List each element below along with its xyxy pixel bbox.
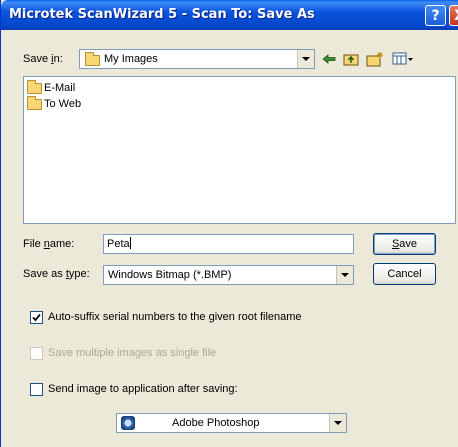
application-dropdown-button[interactable] bbox=[329, 414, 346, 432]
cancel-button-label: Cancel bbox=[387, 268, 422, 280]
help-button[interactable]: ? bbox=[425, 5, 446, 26]
close-icon: X bbox=[454, 8, 458, 24]
new-folder-icon[interactable] bbox=[365, 50, 385, 68]
folder-icon bbox=[27, 95, 42, 110]
save-in-combo[interactable]: My Images bbox=[79, 49, 315, 69]
title-bar[interactable]: Microtek ScanWizard 5 - Scan To: Save As… bbox=[1, 0, 458, 30]
window-title: Microtek ScanWizard 5 - Scan To: Save As bbox=[9, 7, 315, 22]
chevron-down-icon bbox=[341, 273, 349, 277]
save-as-dialog: Microtek ScanWizard 5 - Scan To: Save As… bbox=[0, 0, 458, 447]
list-item[interactable]: E-Mail bbox=[27, 79, 76, 95]
save-in-dropdown-button[interactable] bbox=[297, 50, 314, 68]
list-item-label: To Web bbox=[44, 98, 82, 110]
file-name-input[interactable]: Peta bbox=[103, 234, 354, 254]
save-as-type-value: Windows Bitmap (*.BMP) bbox=[108, 269, 232, 281]
photoshop-icon bbox=[121, 416, 135, 430]
send-to-app-checkbox[interactable] bbox=[30, 383, 43, 396]
save-in-value: My Images bbox=[104, 53, 158, 65]
application-combo[interactable]: Adobe Photoshop bbox=[116, 413, 347, 433]
chevron-down-icon bbox=[302, 57, 310, 61]
help-icon: ? bbox=[431, 7, 440, 24]
close-button[interactable]: X bbox=[449, 5, 458, 26]
multiple-single-label: Save multiple images as single file bbox=[48, 347, 217, 359]
chevron-down-icon bbox=[334, 421, 342, 425]
multiple-single-checkbox bbox=[30, 347, 43, 360]
save-button[interactable]: Save bbox=[373, 233, 436, 255]
save-as-type-dropdown-button[interactable] bbox=[336, 266, 353, 284]
save-as-type-label: Save as type: bbox=[23, 268, 90, 280]
send-to-app-label[interactable]: Send image to application after saving: bbox=[48, 383, 238, 395]
folder-icon bbox=[27, 79, 42, 94]
list-item[interactable]: To Web bbox=[27, 95, 82, 111]
file-name-value: Peta bbox=[107, 238, 130, 250]
folder-icon bbox=[85, 52, 100, 66]
save-as-type-combo[interactable]: Windows Bitmap (*.BMP) bbox=[103, 265, 354, 285]
back-icon[interactable] bbox=[319, 50, 339, 68]
save-button-accel: S bbox=[391, 238, 400, 250]
save-button-label: ave bbox=[399, 238, 418, 250]
application-value: Adobe Photoshop bbox=[172, 417, 260, 429]
list-item-label: E-Mail bbox=[44, 82, 76, 94]
view-menu-icon[interactable] bbox=[391, 50, 415, 68]
auto-suffix-checkbox[interactable] bbox=[30, 311, 43, 324]
checkmark-icon bbox=[32, 313, 41, 322]
auto-suffix-label[interactable]: Auto-suffix serial numbers to the given … bbox=[48, 311, 302, 323]
save-in-label: Save in: bbox=[23, 53, 63, 65]
file-list[interactable]: E-Mail To Web bbox=[23, 76, 456, 224]
file-name-label: File name: bbox=[23, 238, 75, 250]
cancel-button[interactable]: Cancel bbox=[373, 263, 436, 285]
text-caret bbox=[129, 237, 131, 249]
up-folder-icon[interactable] bbox=[341, 50, 361, 68]
